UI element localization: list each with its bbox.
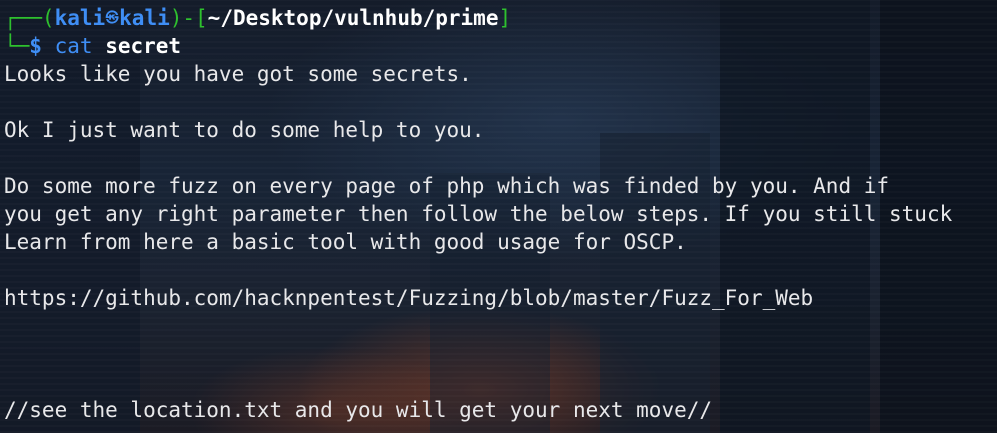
prompt-bracket-end: ] — [498, 6, 512, 30]
terminal-content[interactable]: ┌──(kali㉿kali)-[~/Desktop/vulnhub/prime]… — [4, 4, 997, 424]
prompt-corner-bottom: └─ — [4, 34, 30, 58]
output-line: //see the location.txt and you will get … — [4, 398, 713, 422]
prompt-user: kali — [54, 6, 106, 30]
output-line: you get any right parameter then follow … — [4, 202, 953, 226]
prompt-bracket-mid: )-[ — [169, 6, 208, 30]
prompt-path: ~/Desktop/vulnhub/prime — [207, 6, 499, 30]
output-line: https://github.com/hacknpentest/Fuzzing/… — [4, 286, 814, 310]
command-output: Looks like you have got some secrets. Ok … — [4, 60, 997, 424]
terminal-window[interactable]: ┌──(kali㉿kali)-[~/Desktop/vulnhub/prime]… — [0, 0, 997, 433]
prompt-host: kali — [119, 6, 170, 30]
kali-at-icon: ㉿ — [105, 11, 119, 26]
output-line: Looks like you have got some secrets. — [4, 62, 472, 86]
output-line: Ok I just want to do some help to you. — [4, 118, 485, 142]
command-name: cat — [54, 34, 93, 58]
command-argument: secret — [105, 34, 182, 58]
prompt-dollar: $ — [29, 34, 42, 58]
prompt-line-command: └─$ cat secret — [4, 32, 997, 60]
output-line: Do some more fuzz on every page of php w… — [4, 174, 890, 198]
prompt-line-top: ┌──(kali㉿kali)-[~/Desktop/vulnhub/prime] — [4, 4, 997, 32]
prompt-corner-top: ┌──( — [4, 6, 55, 30]
output-line: Learn from here a basic tool with good u… — [4, 230, 687, 254]
